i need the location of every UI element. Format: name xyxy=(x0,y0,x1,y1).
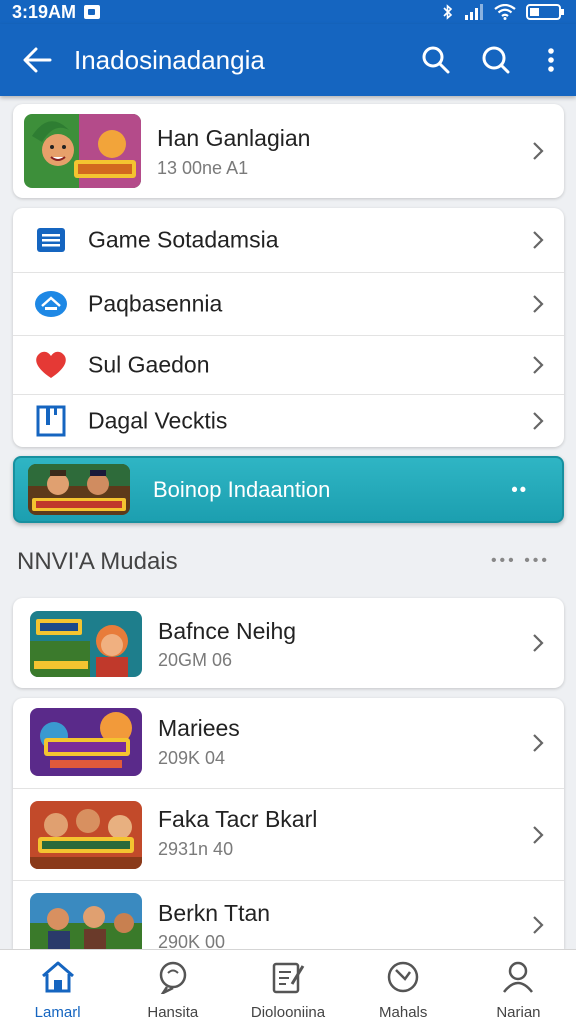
chat-icon xyxy=(154,958,192,996)
game-title: Faka Tacr Bkarl xyxy=(158,806,318,832)
chevron-right-icon xyxy=(533,295,544,313)
bluetooth-icon xyxy=(443,4,453,20)
game-title: Berkn Ttan xyxy=(158,900,271,926)
back-arrow-icon xyxy=(23,47,52,73)
game-thumbnail xyxy=(30,801,142,869)
game-title: Bafnce Neihg xyxy=(158,618,297,644)
more-vert-icon xyxy=(548,48,554,72)
promo-banner-label: Boinop Indaantion xyxy=(153,476,331,502)
battery-icon xyxy=(526,4,564,20)
game-row[interactable]: Berkn Ttan 290K 00 xyxy=(13,881,564,949)
compass-icon xyxy=(384,958,422,996)
app-bar: Inadosinadangia xyxy=(0,24,576,96)
menu-card: Game Sotadamsia Paqbasennia Sul Gaedon D… xyxy=(13,208,564,447)
heart-icon xyxy=(33,347,69,383)
featured-game-thumbnail xyxy=(24,114,141,188)
bottom-navigation: Lamarl Hansita Diolooniina Mahals Narian xyxy=(0,949,576,1024)
bookmark-icon xyxy=(33,403,69,439)
status-time: 3:19AM xyxy=(12,1,77,22)
game-list-card: Mariees 209K 04 Faka Tacr Bkarl 2931n 40 xyxy=(13,698,564,949)
nav-label: Lamarl xyxy=(34,1004,81,1021)
nav-item-home[interactable]: Lamarl xyxy=(0,950,115,1024)
menu-item-sul-gaedon[interactable]: Sul Gaedon xyxy=(13,336,564,395)
back-button[interactable] xyxy=(0,24,74,96)
banner-more-icon[interactable]: •• xyxy=(511,479,528,500)
menu-item-label: Paqbasennia xyxy=(88,290,223,317)
nav-label: Diolooniina xyxy=(250,1004,326,1021)
chevron-right-icon xyxy=(533,825,544,844)
menu-item-label: Sul Gaedon xyxy=(88,351,210,378)
nav-label: Narian xyxy=(496,1004,541,1021)
home-icon xyxy=(39,958,77,996)
list-icon xyxy=(33,222,69,258)
chevron-right-icon xyxy=(533,142,544,160)
section-title: NNVI'A Mudais xyxy=(17,548,178,575)
edit-document-icon xyxy=(269,958,307,996)
game-row[interactable]: Mariees 209K 04 xyxy=(13,698,564,789)
nav-item-narian[interactable]: Narian xyxy=(461,950,576,1024)
menu-item-paqbasennia[interactable]: Paqbasennia xyxy=(13,273,564,336)
menu-item-dagal-vecktis[interactable]: Dagal Vecktis xyxy=(13,395,564,447)
status-bar: 3:19AM xyxy=(0,0,576,24)
house-icon xyxy=(33,286,69,322)
chevron-right-icon xyxy=(533,734,544,752)
overflow-menu-button[interactable] xyxy=(526,24,576,96)
profile-icon xyxy=(499,958,537,996)
game-thumbnail xyxy=(30,893,142,949)
chevron-right-icon xyxy=(533,412,544,430)
status-icons xyxy=(442,3,566,21)
notification-icon xyxy=(84,5,101,19)
game-subtitle: 290K 00 xyxy=(158,932,226,949)
search-icon xyxy=(422,46,450,74)
featured-game-subtitle: 13 00ne A1 xyxy=(157,158,249,178)
search-button-secondary[interactable] xyxy=(466,24,526,96)
signal-icon xyxy=(465,4,483,20)
nav-item-mahals[interactable]: Mahals xyxy=(346,950,461,1024)
menu-item-label: Dagal Vecktis xyxy=(88,407,228,434)
search-icon xyxy=(482,46,510,74)
game-subtitle: 2931n 40 xyxy=(158,839,234,859)
page-title: Inadosinadangia xyxy=(74,44,265,75)
chevron-right-icon xyxy=(533,634,544,652)
search-button[interactable] xyxy=(406,24,466,96)
chevron-right-icon xyxy=(533,356,544,374)
game-subtitle: 20GM 06 xyxy=(158,650,233,670)
game-subtitle: 209K 04 xyxy=(158,748,226,768)
nav-label: Mahals xyxy=(379,1004,428,1021)
nav-label: Hansita xyxy=(147,1004,199,1021)
nav-item-hansita[interactable]: Hansita xyxy=(115,950,230,1024)
game-thumbnail xyxy=(30,708,142,776)
menu-item-label: Game Sotadamsia xyxy=(88,226,279,253)
promo-banner-thumbnail xyxy=(28,464,130,515)
promo-banner[interactable]: Boinop Indaantion •• xyxy=(13,456,564,523)
section-more-icon[interactable]: ••• ••• xyxy=(491,552,550,570)
chevron-right-icon xyxy=(533,231,544,249)
featured-game-title: Han Ganlagian xyxy=(157,125,311,151)
wifi-icon xyxy=(494,4,516,20)
nav-item-diolooniina[interactable]: Diolooniina xyxy=(230,950,345,1024)
chevron-right-icon xyxy=(533,916,544,934)
menu-item-game[interactable]: Game Sotadamsia xyxy=(13,208,564,273)
game-thumbnail xyxy=(30,611,142,677)
game-row[interactable]: Faka Tacr Bkarl 2931n 40 xyxy=(13,789,564,881)
game-card[interactable]: Bafnce Neihg 20GM 06 xyxy=(13,598,564,688)
featured-game-card[interactable]: Han Ganlagian 13 00ne A1 xyxy=(13,104,564,198)
game-title: Mariees xyxy=(158,715,240,741)
